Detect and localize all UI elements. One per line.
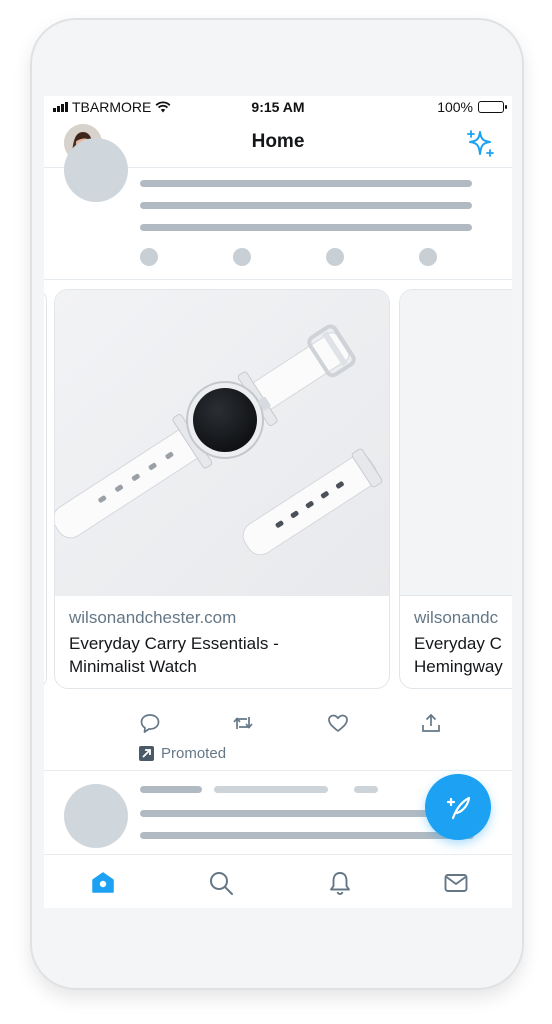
carousel-card-next[interactable]: wilsonandc Everyday C Hemingway — [399, 289, 512, 689]
carousel-card[interactable]: wilsonandchester.com Everyday Carry Esse… — [54, 289, 390, 689]
sparkle-icon[interactable] — [464, 128, 496, 160]
compose-tweet-button[interactable] — [425, 774, 491, 840]
skeleton-avatar — [64, 138, 128, 202]
promoted-icon — [139, 745, 154, 761]
status-right: 100% — [437, 99, 507, 115]
retweet-icon[interactable] — [232, 712, 254, 734]
divider — [44, 770, 512, 771]
skeleton-avatar — [64, 784, 128, 848]
skeleton-action-dot — [140, 248, 158, 266]
card-title-line: Everyday Carry Essentials - — [69, 634, 279, 653]
bottom-tab-bar — [44, 854, 512, 908]
skeleton-line — [140, 810, 430, 817]
search-icon[interactable] — [207, 869, 235, 897]
notifications-icon[interactable] — [326, 869, 354, 897]
card-title-line: Hemingway — [414, 657, 503, 676]
reply-icon[interactable] — [139, 712, 161, 734]
skeleton-tweet-top — [44, 138, 512, 280]
skeleton-line — [140, 180, 472, 187]
compose-tweet-icon — [446, 796, 471, 820]
card-title-line: Everyday C — [414, 634, 502, 653]
app-screen: TBARMORE 9:15 AM 100% Home wilsonandches… — [44, 96, 512, 908]
carousel-card-previous[interactable] — [44, 289, 47, 689]
status-bar: TBARMORE 9:15 AM 100% — [44, 96, 512, 118]
promoted-text: Promoted — [161, 744, 227, 762]
card-image — [400, 290, 512, 596]
promoted-label: Promoted — [139, 744, 226, 762]
skeleton-action-dot — [326, 248, 344, 266]
home-icon[interactable] — [89, 869, 117, 897]
card-title-line: Minimalist Watch — [69, 657, 197, 676]
messages-icon[interactable] — [442, 869, 470, 897]
battery-percent: 100% — [437, 99, 473, 115]
skeleton-line — [140, 832, 474, 839]
like-icon[interactable] — [327, 712, 349, 734]
card-domain: wilsonandchester.com — [69, 608, 237, 627]
battery-icon — [478, 101, 507, 113]
skeleton-line — [354, 786, 378, 793]
card-domain: wilsonandc — [414, 608, 499, 627]
watch-image — [55, 290, 389, 596]
card-title[interactable]: Everyday C Hemingway — [414, 632, 503, 678]
skeleton-line — [140, 224, 472, 231]
skeleton-action-dot — [419, 248, 437, 266]
skeleton-line — [214, 786, 328, 793]
promoted-carousel[interactable]: wilsonandchester.com Everyday Carry Esse… — [44, 289, 512, 689]
skeleton-action-dot — [233, 248, 251, 266]
skeleton-line — [140, 786, 202, 793]
card-title[interactable]: Everyday Carry Essentials - Minimalist W… — [69, 632, 279, 678]
phone-frame: TBARMORE 9:15 AM 100% Home wilsonandches… — [30, 18, 524, 990]
tweet-actions — [44, 712, 512, 736]
skeleton-line — [140, 202, 472, 209]
share-icon[interactable] — [420, 712, 442, 734]
